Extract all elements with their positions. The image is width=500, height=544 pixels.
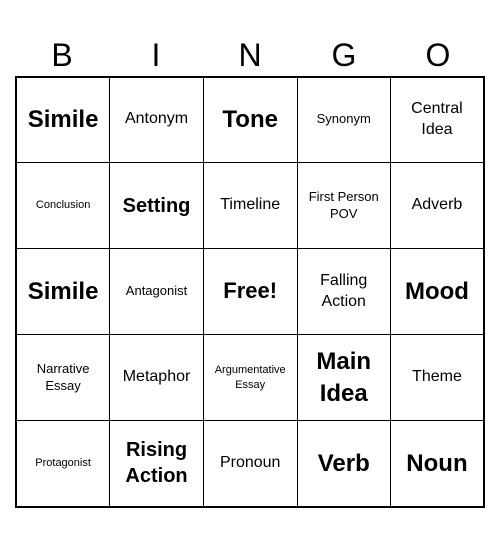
bingo-cell: Simile [16,77,110,163]
table-row: Narrative Essay Metaphor Argumentative Ess… [16,335,484,421]
header-letter: G [297,37,391,74]
cell-text: Theme [412,367,462,388]
cell-content: Conclusion [21,167,105,244]
bingo-cell: Rising Action [110,421,204,507]
cell-content: Theme [395,339,479,416]
table-row: Conclusion Setting Timeline First Person PO… [16,163,484,249]
bingo-header: BINGO [15,37,485,74]
bingo-cell: Free! [203,249,297,335]
cell-content: Rising Action [114,425,199,502]
table-row: Simile Antonym Tone Synonym Central Idea [16,77,484,163]
cell-content: Antagonist [114,253,199,330]
cell-content: Pronoun [208,425,293,502]
cell-text: Mood [405,276,469,307]
cell-content: Tone [208,81,293,158]
bingo-cell: First Person POV [297,163,390,249]
bingo-cell: Noun [390,421,484,507]
bingo-cell: Falling Action [297,249,390,335]
bingo-cell: Simile [16,249,110,335]
cell-content: Narrative Essay [21,339,105,416]
bingo-cell: Adverb [390,163,484,249]
cell-text: First Person POV [302,189,386,223]
cell-text: Falling Action [302,271,386,313]
bingo-cell: Conclusion [16,163,110,249]
bingo-cell: Argumentative Essay [203,335,297,421]
cell-text: Pronoun [220,453,281,474]
cell-text: Antagonist [126,283,187,300]
cell-content: Argumentative Essay [208,339,293,416]
cell-text: Argumentative Essay [208,363,293,392]
cell-text: Synonym [317,111,371,128]
bingo-cell: Setting [110,163,204,249]
cell-text: Timeline [220,195,280,216]
bingo-cell: Narrative Essay [16,335,110,421]
bingo-cell: Tone [203,77,297,163]
header-letter: O [391,37,485,74]
bingo-cell: Mood [390,249,484,335]
cell-text: Main Idea [302,346,386,408]
cell-content: First Person POV [302,167,386,244]
cell-content: Main Idea [302,339,386,416]
cell-text: Rising Action [114,437,199,489]
bingo-card: BINGO Simile Antonym Tone Synonym Central Id… [15,37,485,508]
cell-content: Verb [302,425,386,502]
cell-content: Falling Action [302,253,386,330]
bingo-cell: Timeline [203,163,297,249]
cell-content: Adverb [395,167,479,244]
cell-content: Mood [395,253,479,330]
cell-text: Setting [123,193,191,219]
cell-text: Verb [318,448,370,479]
table-row: Simile Antagonist Free! Falling Action Mood [16,249,484,335]
cell-text: Noun [406,448,467,479]
cell-text: Adverb [412,195,463,216]
bingo-cell: Antagonist [110,249,204,335]
bingo-cell: Pronoun [203,421,297,507]
cell-text: Tone [222,104,278,135]
bingo-cell: Metaphor [110,335,204,421]
bingo-cell: Verb [297,421,390,507]
bingo-cell: Theme [390,335,484,421]
cell-text: Central Idea [395,99,479,141]
cell-content: Synonym [302,81,386,158]
cell-text: Conclusion [36,198,90,212]
cell-text: Protagonist [35,456,91,470]
cell-text: Simile [28,104,99,135]
cell-text: Simile [28,276,99,307]
cell-content: Metaphor [114,339,199,416]
bingo-cell: Main Idea [297,335,390,421]
cell-content: Protagonist [21,425,105,502]
cell-text: Narrative Essay [21,361,105,395]
cell-content: Simile [21,253,105,330]
cell-text: Metaphor [123,367,191,388]
bingo-cell: Antonym [110,77,204,163]
cell-text: Free! [223,277,277,306]
cell-content: Timeline [208,167,293,244]
cell-text: Antonym [125,109,188,130]
header-letter: B [15,37,109,74]
table-row: Protagonist Rising Action Pronoun Verb Noun [16,421,484,507]
cell-content: Noun [395,425,479,502]
cell-content: Central Idea [395,81,479,158]
header-letter: I [109,37,203,74]
cell-content: Setting [114,167,199,244]
cell-content: Simile [21,81,105,158]
cell-content: Antonym [114,81,199,158]
bingo-cell: Synonym [297,77,390,163]
cell-content: Free! [208,253,293,330]
bingo-cell: Protagonist [16,421,110,507]
header-letter: N [203,37,297,74]
bingo-grid: Simile Antonym Tone Synonym Central Idea Conc… [15,76,485,508]
bingo-cell: Central Idea [390,77,484,163]
